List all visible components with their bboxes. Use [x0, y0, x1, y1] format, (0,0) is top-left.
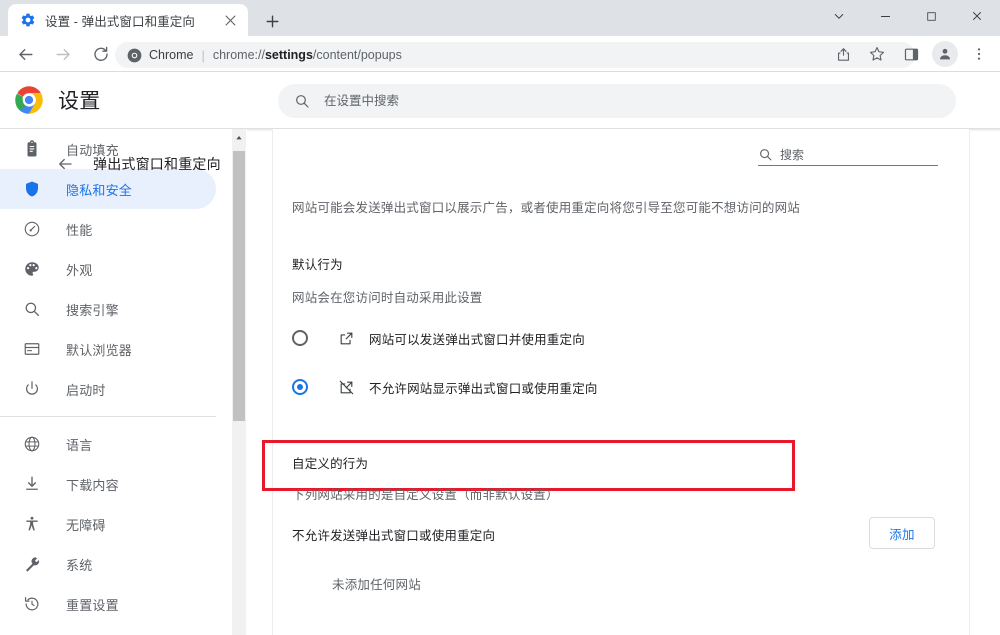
shield-icon — [22, 179, 42, 199]
sidebar-item-performance[interactable]: 性能 — [0, 209, 216, 249]
custom-behavior-heading: 自定义的行为 — [292, 457, 369, 471]
search-icon — [22, 299, 42, 319]
url-bold: settings — [264, 48, 313, 62]
palette-icon — [22, 259, 42, 279]
browser-tab[interactable]: 设置 - 弹出式窗口和重定向 — [8, 4, 248, 36]
body-area: 自动填充 隐私和安全 性能 外观 搜索引擎 默认浏览器 启动时 语言 下载内容 … — [0, 129, 1000, 635]
search-icon — [758, 147, 773, 162]
sidebar-item-label: 性能 — [66, 222, 93, 238]
address-bar[interactable]: Chrome | chrome://settings/content/popup… — [115, 42, 915, 68]
omnibox-url: chrome://settings/content/popups — [213, 48, 402, 62]
sidebar-group-secondary: 语言 下载内容 无障碍 系统 重置设置 — [0, 424, 232, 624]
sidebar-item-label: 搜索引擎 — [66, 302, 119, 318]
forward-button[interactable] — [49, 40, 77, 68]
tab-strip: 设置 - 弹出式窗口和重定向 — [0, 0, 1000, 36]
sidebar-item-downloads[interactable]: 下载内容 — [0, 464, 216, 504]
sidebar-item-label: 无障碍 — [66, 517, 106, 533]
tab-search-button[interactable] — [816, 0, 862, 32]
reload-button[interactable] — [87, 40, 115, 68]
inline-search-box[interactable] — [758, 147, 938, 166]
sidebar-item-accessibility[interactable]: 无障碍 — [0, 504, 216, 544]
tab-title: 设置 - 弹出式窗口和重定向 — [45, 14, 196, 29]
more-menu-icon[interactable] — [965, 40, 993, 68]
settings-sidebar: 自动填充 隐私和安全 性能 外观 搜索引擎 默认浏览器 启动时 语言 下载内容 … — [0, 129, 232, 635]
clipboard-icon — [22, 139, 42, 159]
speedometer-icon — [22, 219, 42, 239]
subpage-title: 弹出式窗口和重定向 — [93, 156, 221, 172]
accessibility-icon — [22, 514, 42, 534]
tab-close-icon[interactable] — [220, 10, 240, 30]
block-list-label: 不允许发送弹出式窗口或使用重定向 — [292, 528, 496, 543]
sidebar-scrollbar[interactable] — [232, 129, 246, 635]
new-tab-button[interactable] — [258, 7, 286, 35]
browser-window-icon — [22, 339, 42, 359]
block-list-row: 不允许发送弹出式窗口或使用重定向 — [292, 514, 932, 554]
globe-icon — [22, 434, 42, 454]
add-site-button[interactable]: 添加 — [869, 517, 935, 549]
sidebar-item-appearance[interactable]: 外观 — [0, 249, 216, 289]
settings-gear-icon — [20, 12, 36, 28]
sidebar-item-on-startup[interactable]: 启动时 — [0, 369, 216, 409]
sidebar-item-search-engine[interactable]: 搜索引擎 — [0, 289, 216, 329]
share-icon[interactable] — [829, 40, 857, 68]
empty-list-text: 未添加任何网站 — [332, 578, 421, 592]
search-icon — [294, 93, 310, 109]
bookmark-star-icon[interactable] — [863, 40, 891, 68]
settings-search-box[interactable] — [278, 84, 956, 118]
sidebar-item-label: 语言 — [66, 437, 93, 453]
chrome-logo — [14, 85, 44, 115]
default-behavior-subtext: 网站会在您访问时自动采用此设置 — [292, 291, 483, 305]
sidebar-item-languages[interactable]: 语言 — [0, 424, 216, 464]
radio-option-allow[interactable]: 网站可以发送弹出式窗口并使用重定向 — [292, 318, 932, 358]
wrench-icon — [22, 554, 42, 574]
sidebar-item-label: 默认浏览器 — [66, 342, 133, 358]
sidebar-item-label: 外观 — [66, 262, 93, 278]
page-description: 网站可能会发送弹出式窗口以展示广告，或者使用重定向将您引导至您可能不想访问的网站 — [292, 201, 801, 215]
minimize-button[interactable] — [862, 0, 908, 32]
chrome-icon — [127, 48, 142, 63]
sidebar-divider — [0, 416, 216, 417]
omnibox-scheme-label: Chrome — [149, 48, 194, 62]
radio-button-allow[interactable] — [292, 330, 308, 346]
browser-toolbar: Chrome | chrome://settings/content/popup… — [0, 36, 1000, 72]
side-panel-icon[interactable] — [897, 40, 925, 68]
settings-header: 设置 — [0, 72, 1000, 128]
window-controls — [816, 0, 1000, 32]
inline-search-input[interactable] — [780, 148, 938, 162]
custom-behavior-subtext: 下列网站采用的是自定义设置（而非默认设置） — [292, 488, 559, 502]
sidebar-item-system[interactable]: 系统 — [0, 544, 216, 584]
radio-label-block: 不允许网站显示弹出式窗口或使用重定向 — [369, 381, 598, 396]
download-icon — [22, 474, 42, 494]
sidebar-item-label: 重置设置 — [66, 597, 119, 613]
radio-option-block[interactable]: 不允许网站显示弹出式窗口或使用重定向 — [292, 367, 932, 407]
url-suffix: /content/popups — [312, 48, 402, 62]
url-prefix: chrome:// — [212, 48, 265, 62]
history-restore-icon — [22, 594, 42, 614]
toolbar-right-icons — [826, 40, 996, 68]
default-behavior-heading: 默认行为 — [292, 258, 343, 272]
close-button[interactable] — [954, 0, 1000, 32]
sidebar-item-reset-settings[interactable]: 重置设置 — [0, 584, 216, 624]
popup-blocked-icon — [337, 378, 355, 396]
settings-search-input[interactable] — [324, 94, 940, 108]
maximize-button[interactable] — [908, 0, 954, 32]
radio-button-block[interactable] — [292, 379, 308, 395]
profile-avatar-icon[interactable] — [932, 41, 958, 67]
sidebar-item-label: 下载内容 — [66, 477, 119, 493]
back-button[interactable] — [11, 40, 39, 68]
sidebar-item-label: 启动时 — [66, 382, 106, 398]
popup-allowed-icon — [337, 329, 355, 347]
sidebar-item-default-browser[interactable]: 默认浏览器 — [0, 329, 216, 369]
omnibox-separator: | — [201, 47, 205, 63]
radio-label-allow: 网站可以发送弹出式窗口并使用重定向 — [369, 332, 585, 347]
power-icon — [22, 379, 42, 399]
sidebar-scrollbar-thumb[interactable] — [233, 151, 245, 421]
sidebar-item-label: 系统 — [66, 557, 93, 573]
back-arrow-icon[interactable] — [51, 150, 79, 178]
page-title: 设置 — [58, 90, 101, 113]
